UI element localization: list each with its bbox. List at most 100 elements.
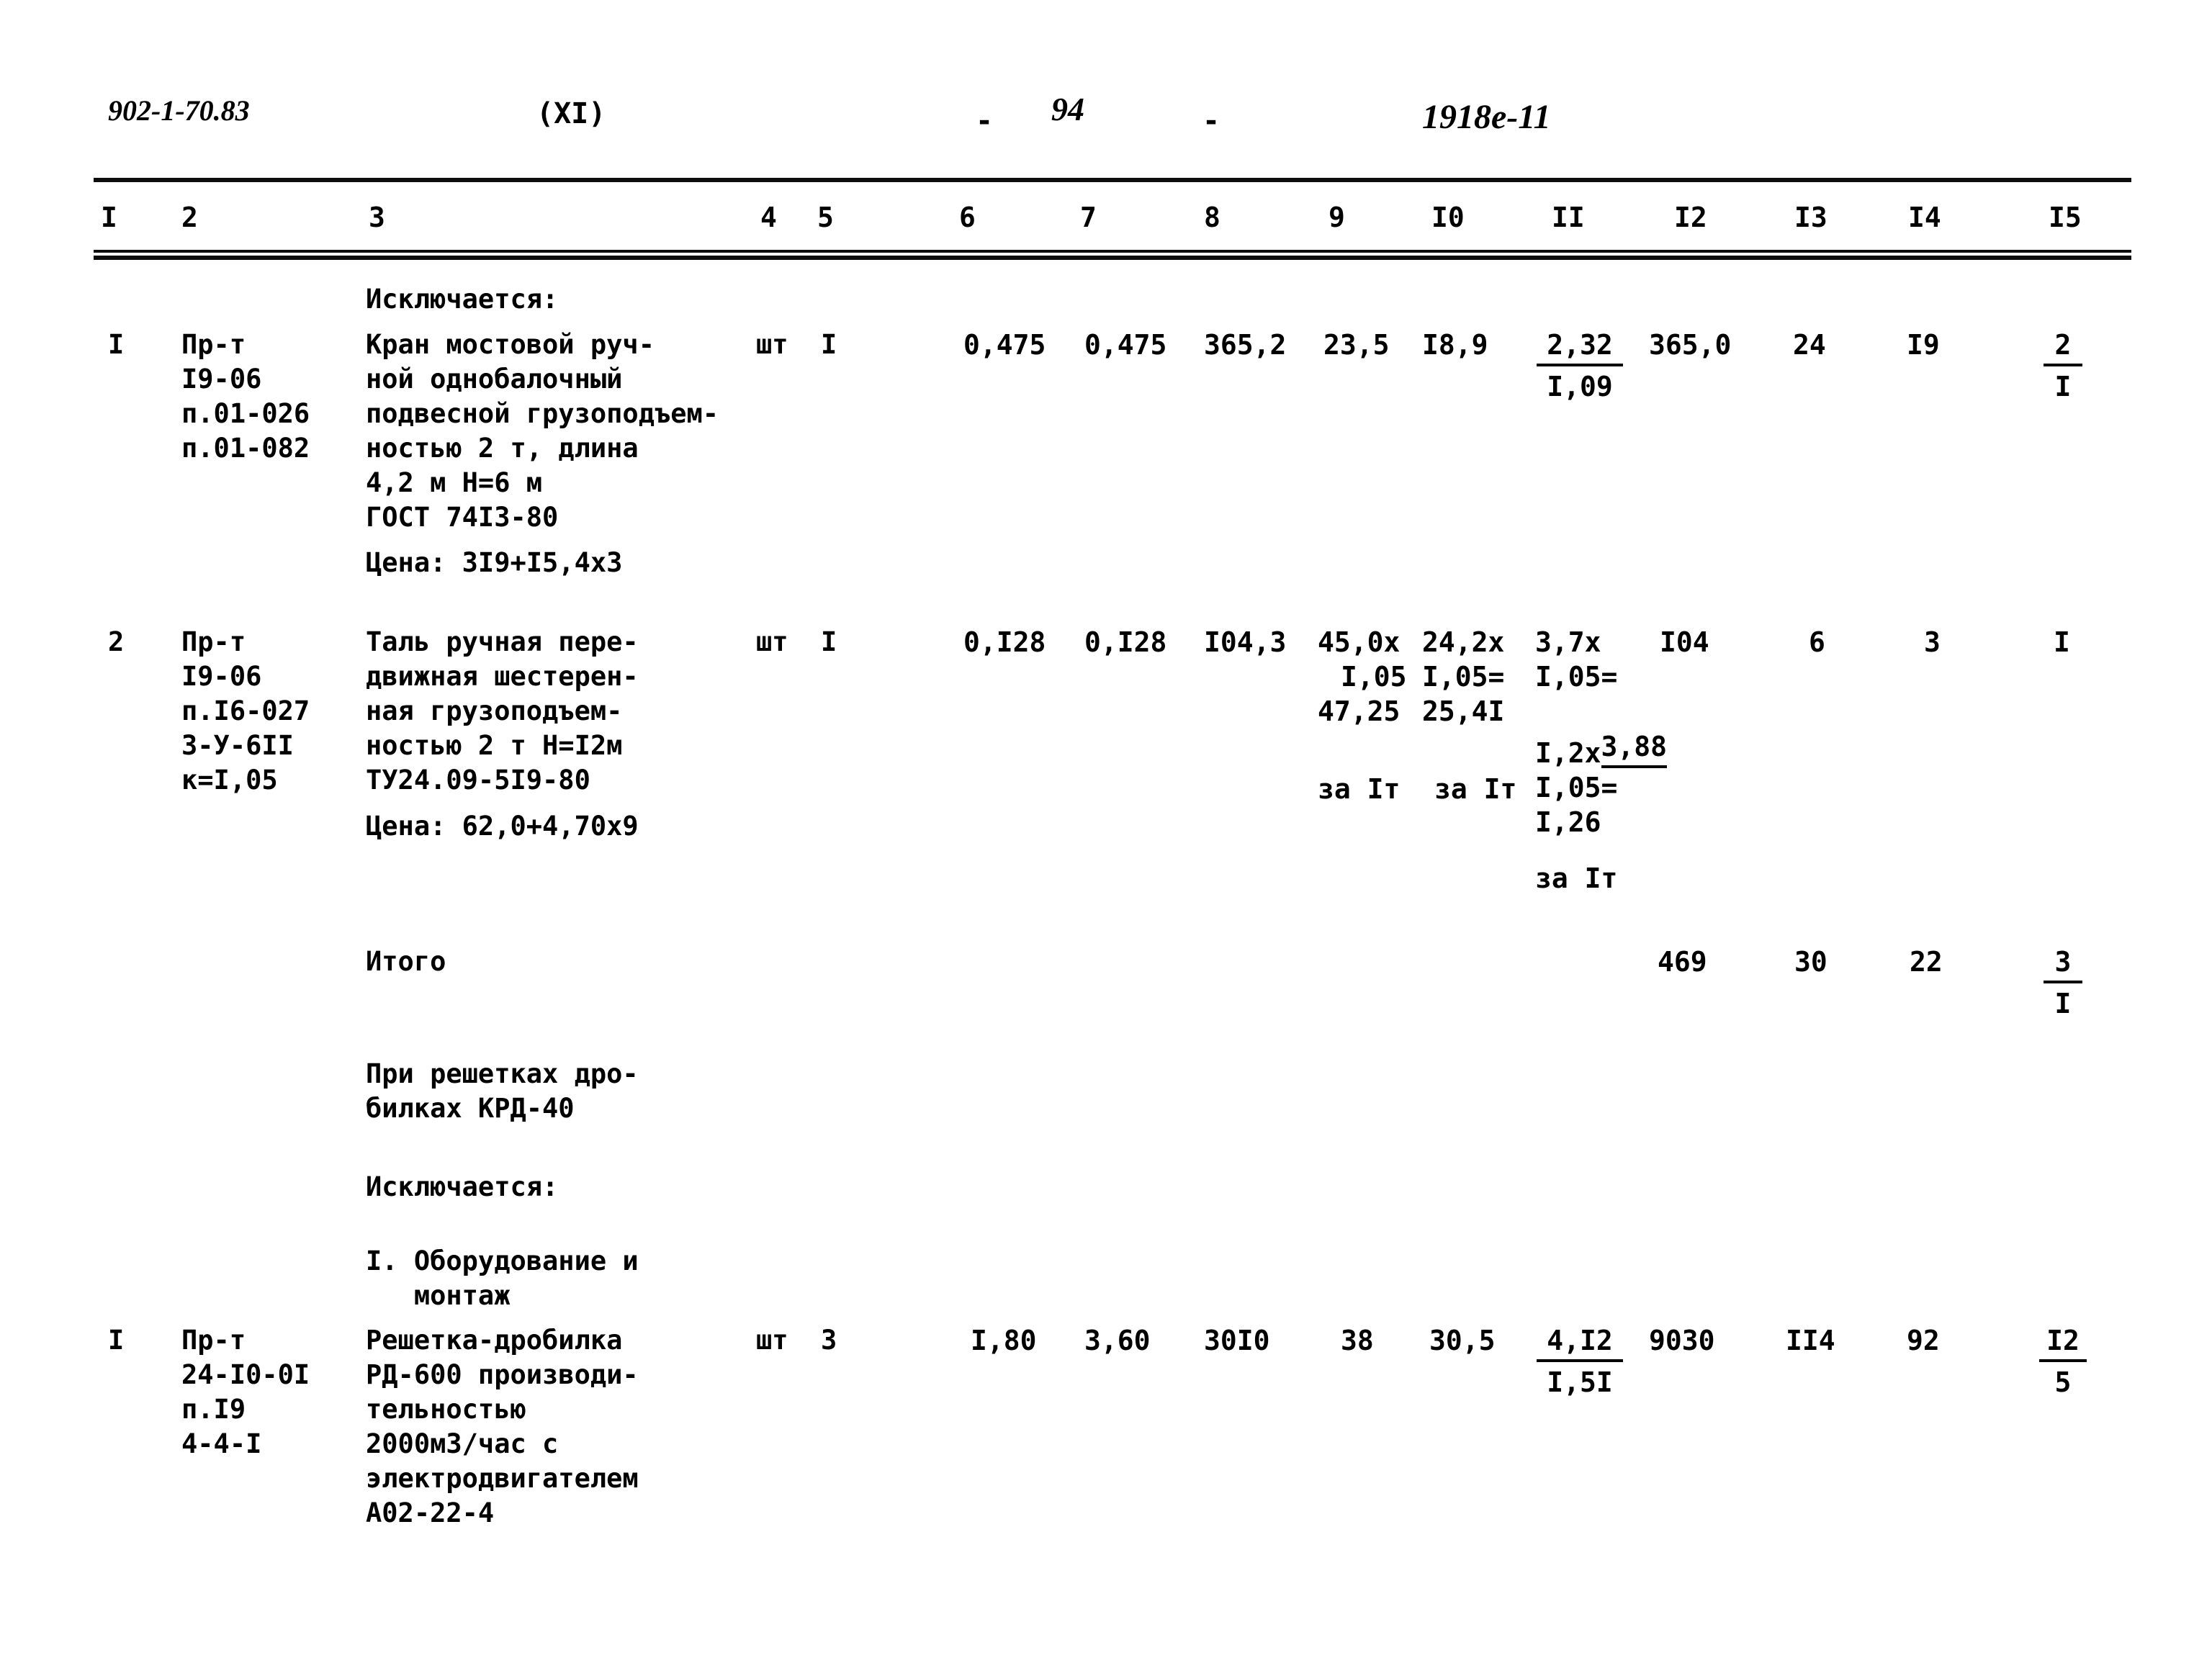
row1-col3-line2: ной однобалочный: [366, 364, 623, 395]
row1-col15-denominator: I: [2054, 371, 2072, 403]
row2-col2-line4: 3-У-6II: [181, 730, 294, 761]
col-header-8: 8: [1204, 202, 1220, 233]
row2-col15: I: [2054, 626, 2070, 658]
row2-col3-line1: Таль ручная пере-: [366, 626, 639, 657]
row1-col3-line3: подвесной грузоподъем-: [366, 398, 719, 429]
row3-col13: II4: [1786, 1325, 1835, 1356]
col-header-1: I: [101, 202, 117, 233]
col-header-2: 2: [181, 202, 198, 233]
document-number: 902-1-70.83: [108, 94, 250, 127]
row3-col11-numerator: 4,I2: [1537, 1323, 1623, 1363]
row1-col2-line4: п.01-082: [181, 433, 310, 464]
row2-col9-line2: I,05: [1341, 661, 1407, 693]
table-header-rule-double: [94, 256, 2131, 260]
row3-col15-denominator: 5: [2054, 1366, 2072, 1399]
total-row-label: Итого: [366, 946, 446, 977]
row3-col7: 3,60: [1084, 1325, 1151, 1356]
row3-col2-line3: п.I9: [181, 1394, 246, 1425]
col-header-10: I0: [1431, 202, 1465, 233]
total-col12: 469: [1658, 946, 1707, 978]
page-dash-right: -: [1202, 104, 1220, 138]
row2-col2-line5: к=I,05: [181, 765, 278, 796]
row2-col10-line2: I,05=: [1422, 661, 1505, 693]
row2-col9-note: за Iт: [1318, 773, 1401, 805]
row3-col3-line5: электродвигателем: [366, 1463, 639, 1494]
row3-col3-line4: 2000м3/час с: [366, 1428, 559, 1459]
row2-col9-line1: 45,0х: [1318, 626, 1401, 658]
row1-col11-numerator: 2,32: [1537, 328, 1623, 367]
col-header-4: 4: [760, 202, 777, 233]
row2-col14: 3: [1924, 626, 1941, 658]
row-exclusion-label-1: Исключается:: [366, 284, 559, 315]
row3-col2-line1: Пр-т: [181, 1325, 246, 1356]
row1-col3-line4: ностью 2 т, длина: [366, 433, 639, 464]
row1-col3-price: Цена: 3I9+I5,4х3: [366, 547, 623, 578]
row1-col10: I8,9: [1422, 329, 1488, 361]
row3-col8: 30I0: [1204, 1325, 1270, 1356]
row3-col12: 9030: [1649, 1325, 1715, 1356]
row3-col3-line2: РД-600 производи-: [366, 1359, 639, 1390]
row1-col9: 23,5: [1323, 329, 1390, 361]
note-row-line2: билках КРД-40: [366, 1093, 575, 1124]
row2-col11-line3-underlined: 3,88: [1601, 729, 1668, 768]
col-header-5: 5: [817, 202, 834, 233]
col-header-15: I5: [2049, 202, 2082, 233]
row2-col2-line1: Пр-т: [181, 626, 246, 657]
row2-col8: I04,3: [1204, 626, 1287, 658]
subheading-line2: монтаж: [366, 1280, 511, 1311]
row3-col6: I,80: [971, 1325, 1037, 1356]
row1-col6: 0,475: [963, 329, 1046, 361]
row2-col13: 6: [1809, 626, 1825, 658]
row1-col3-line6: ГОСТ 74I3-80: [366, 502, 559, 533]
row3-col4-unit: шт: [756, 1325, 788, 1356]
row2-col12: I04: [1660, 626, 1709, 658]
table-top-rule: [94, 178, 2131, 182]
row1-col15-numerator: 2: [2044, 328, 2082, 367]
row3-col14: 92: [1907, 1325, 1940, 1356]
row2-col1: 2: [108, 626, 125, 657]
scanned-document-page: 902-1-70.83 (XI) - 94 - 1918е-11 I 2 3 4…: [0, 0, 2212, 1658]
row2-col10-note: за Iт: [1434, 773, 1517, 805]
row2-col3-line5: ТУ24.09-5I9-80: [366, 765, 590, 796]
row1-col14: I9: [1907, 329, 1940, 361]
row2-col11b-line2: I,05=: [1535, 772, 1618, 803]
row2-col3-line2: движная шестерен-: [366, 661, 639, 692]
row1-col11-denominator: I,09: [1547, 371, 1613, 403]
row3-col15-fraction: I2 5: [2039, 1323, 2087, 1401]
row1-col12: 365,0: [1649, 329, 1732, 361]
row2-col3-price: Цена: 62,0+4,70х9: [366, 811, 639, 842]
row3-col15-numerator: I2: [2039, 1323, 2087, 1363]
row2-col3-line4: ностью 2 т Н=I2м: [366, 730, 623, 761]
row3-col2-line2: 24-I0-0I: [181, 1359, 310, 1390]
col-header-11: II: [1552, 202, 1585, 233]
row2-col2-line3: п.I6-027: [181, 695, 310, 726]
row1-col8: 365,2: [1204, 329, 1287, 361]
row1-col15-fraction: 2 I: [2044, 328, 2082, 405]
col-header-6: 6: [959, 202, 976, 233]
row1-col2-line3: п.01-026: [181, 398, 310, 429]
row2-col3-line3: ная грузоподъем-: [366, 695, 623, 726]
row3-col1: I: [108, 1325, 125, 1356]
row1-col2-line1: Пр-т: [181, 329, 246, 360]
col-header-13: I3: [1794, 202, 1827, 233]
total-col14: 22: [1910, 946, 1943, 978]
row1-col13: 24: [1793, 329, 1826, 361]
row1-col1: I: [108, 329, 125, 360]
total-col15-fraction: 3 I: [2044, 945, 2082, 1022]
row1-col5-qty: I: [821, 329, 837, 360]
row3-col9: 38: [1341, 1325, 1374, 1356]
subheading-line1: I. Оборудование и: [366, 1245, 639, 1276]
row2-col11-note: за Iт: [1535, 862, 1618, 894]
row1-col2-line2: I9-06: [181, 364, 262, 395]
col-header-14: I4: [1908, 202, 1941, 233]
row2-col11b-line1: I,2х: [1535, 737, 1601, 769]
row3-col11-fraction: 4,I2 I,5I: [1537, 1323, 1623, 1401]
row1-col3-line5: 4,2 м Н=6 м: [366, 467, 543, 498]
col-header-3: 3: [369, 202, 385, 233]
row3-col3-line6: А02-22-4: [366, 1497, 495, 1528]
row3-col11-denominator: I,5I: [1547, 1366, 1613, 1399]
col-header-12: I2: [1674, 202, 1707, 233]
row2-col10-line3: 25,4I: [1422, 695, 1505, 727]
section-label: (XI): [536, 97, 606, 130]
page-number: 94: [1051, 91, 1084, 127]
